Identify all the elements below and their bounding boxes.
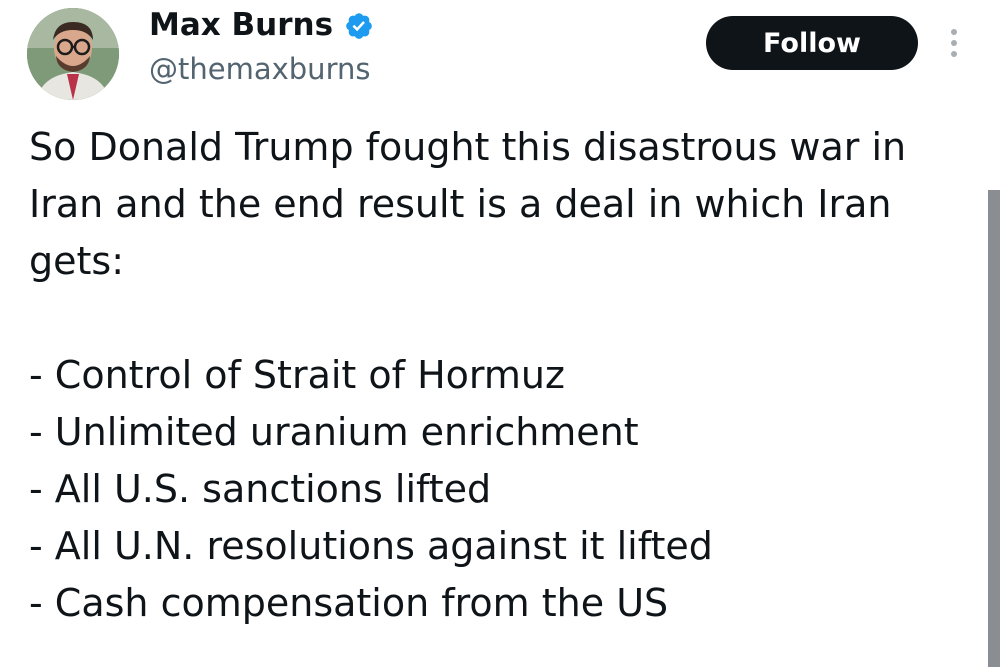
list-item: - Unlimited uranium enrichment	[29, 410, 639, 454]
display-name[interactable]: Max Burns	[149, 6, 333, 44]
list-item: - Cash compensation from the US	[29, 581, 669, 625]
avatar-image	[27, 8, 119, 100]
tweet-text: So Donald Trump fought this disastrous w…	[29, 119, 974, 632]
tweet-text-line: gets:	[29, 239, 124, 283]
list-item: - All U.S. sanctions lifted	[29, 467, 492, 511]
follow-button[interactable]: Follow	[706, 16, 918, 70]
list-item: - Control of Strait of Hormuz	[29, 353, 565, 397]
tweet-text-line: So Donald Trump fought this disastrous w…	[29, 125, 907, 169]
tweet-text-line: Iran and the end result is a deal in whi…	[29, 182, 892, 226]
more-vertical-icon[interactable]	[944, 26, 964, 62]
verified-badge-icon	[346, 13, 372, 39]
handle[interactable]: @themaxburns	[149, 50, 370, 88]
list-item: - All U.N. resolutions against it lifted	[29, 524, 713, 568]
avatar[interactable]	[27, 8, 119, 100]
scrollbar[interactable]	[988, 190, 1000, 667]
